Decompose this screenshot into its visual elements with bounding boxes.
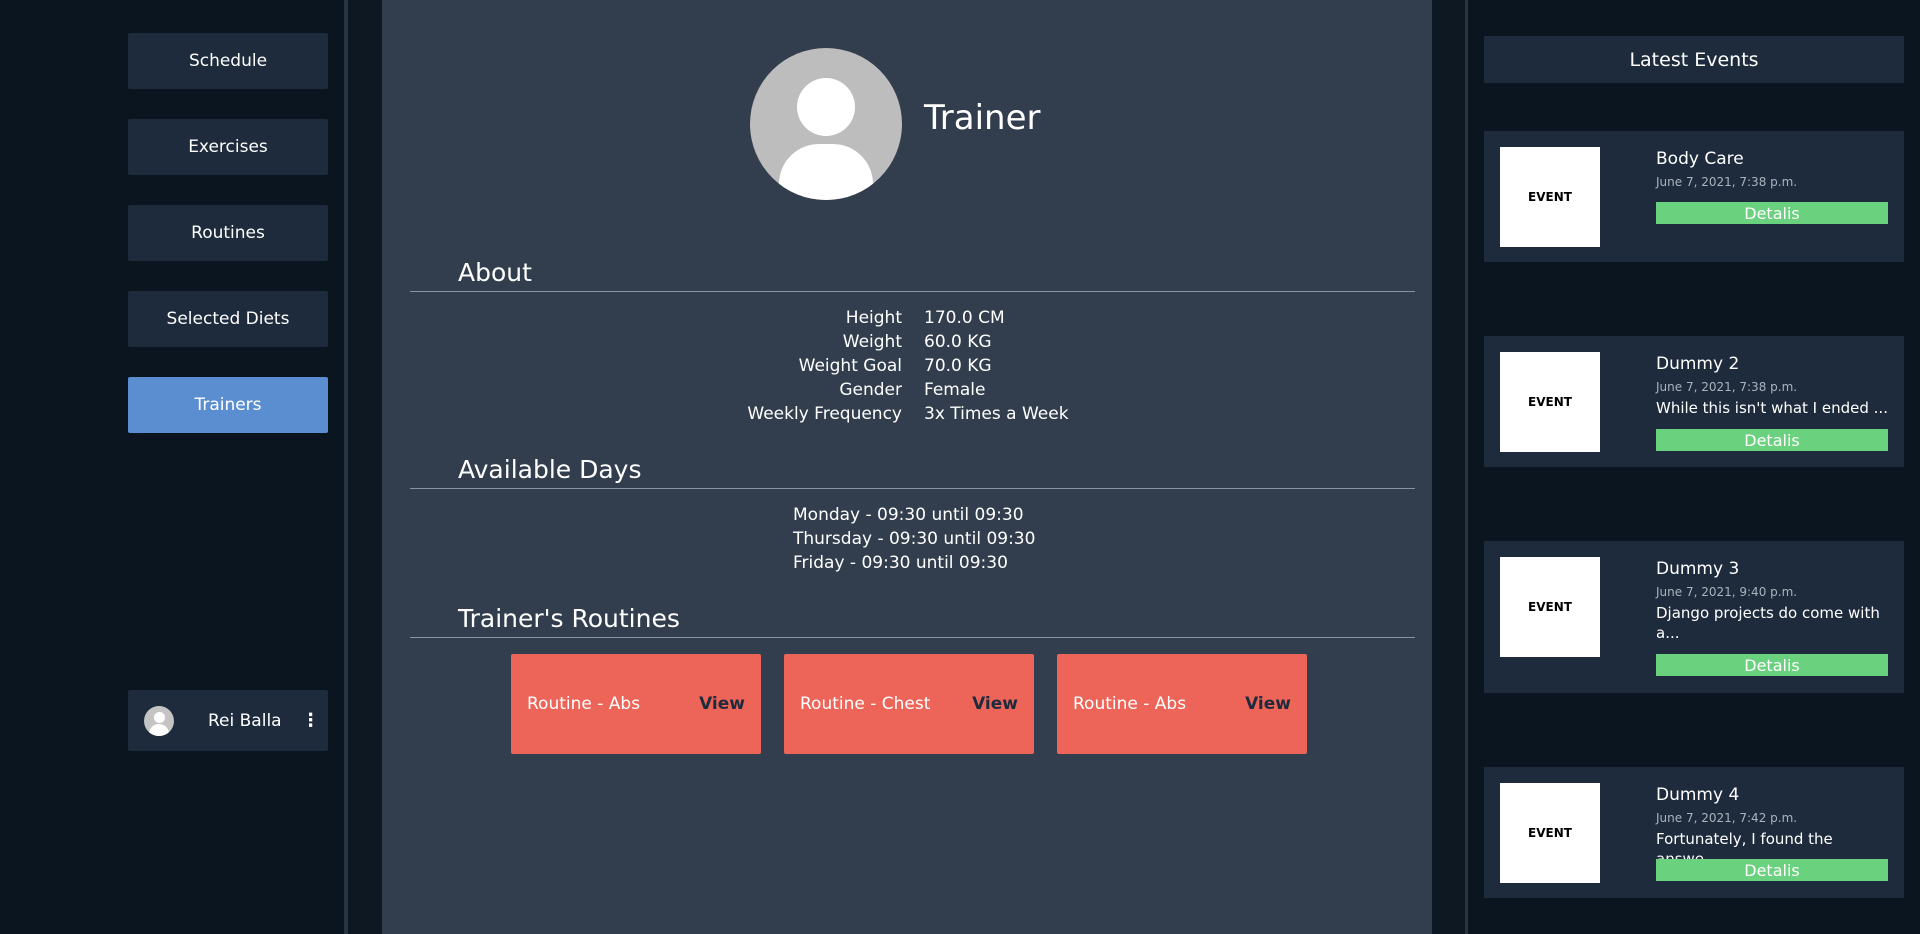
app: Schedule Exercises Routines Selected Die… xyxy=(0,0,1920,934)
about-label: Height xyxy=(845,308,902,328)
avatar xyxy=(144,705,174,736)
event-date: June 7, 2021, 9:40 p.m. xyxy=(1656,585,1798,599)
user-name: Rei Balla xyxy=(208,710,282,731)
right-gutter xyxy=(1432,0,1465,934)
available-days-divider xyxy=(410,488,1415,489)
routine-view-link[interactable]: View xyxy=(972,694,1018,714)
about-row-weight: Weight 60.0 KG xyxy=(382,332,1432,356)
event-date: June 7, 2021, 7:42 p.m. xyxy=(1656,811,1798,825)
about-value: Female xyxy=(924,380,986,400)
event-date: June 7, 2021, 7:38 p.m. xyxy=(1656,380,1798,394)
available-days-heading: Available Days xyxy=(458,455,642,484)
about-label: Weekly Frequency xyxy=(747,404,902,424)
more-options-icon[interactable]: ⋮ xyxy=(302,711,320,730)
sidebar: Schedule Exercises Routines Selected Die… xyxy=(0,0,344,934)
about-value: 170.0 CM xyxy=(924,308,1005,328)
event-description: While this isn't what I ended ... xyxy=(1656,399,1888,417)
about-value: 70.0 KG xyxy=(924,356,992,376)
trainer-routines-divider xyxy=(410,637,1415,638)
about-label: Gender xyxy=(839,380,902,400)
event-thumbnail: EVENT xyxy=(1500,352,1600,452)
nav-selected-diets-button[interactable]: Selected Diets xyxy=(128,291,328,347)
trainer-routines-heading: Trainer's Routines xyxy=(458,604,680,633)
event-title: Body Care xyxy=(1656,149,1744,169)
nav-routines-button[interactable]: Routines xyxy=(128,205,328,261)
trainer-profile: Trainer About Height 170.0 CM Weight 60.… xyxy=(382,0,1432,934)
about-value: 60.0 KG xyxy=(924,332,992,352)
available-day: Friday - 09:30 until 09:30 xyxy=(793,553,1008,573)
event-thumbnail: EVENT xyxy=(1500,557,1600,657)
left-gutter xyxy=(348,0,382,934)
event-title: Dummy 4 xyxy=(1656,785,1740,805)
event-card: EVENT Dummy 4 June 7, 2021, 7:42 p.m. Fo… xyxy=(1484,767,1904,898)
available-day: Thursday - 09:30 until 09:30 xyxy=(793,529,1036,549)
about-label: Weight xyxy=(842,332,902,352)
event-details-button[interactable]: Detalis xyxy=(1656,202,1888,224)
about-row-gender: Gender Female xyxy=(382,380,1432,404)
profile-name: Trainer xyxy=(924,98,1041,138)
about-label: Weight Goal xyxy=(798,356,902,376)
about-row-weight-goal: Weight Goal 70.0 KG xyxy=(382,356,1432,380)
nav-exercises-button[interactable]: Exercises xyxy=(128,119,328,175)
profile-photo xyxy=(750,48,902,200)
routine-card[interactable]: Routine - Abs View xyxy=(511,654,761,754)
about-divider xyxy=(410,291,1415,292)
routine-view-link[interactable]: View xyxy=(699,694,745,714)
event-card: EVENT Body Care June 7, 2021, 7:38 p.m. … xyxy=(1484,131,1904,262)
event-thumbnail: EVENT xyxy=(1500,783,1600,883)
event-title: Dummy 2 xyxy=(1656,354,1740,374)
events-panel: Latest Events EVENT Body Care June 7, 20… xyxy=(1468,0,1920,934)
about-row-height: Height 170.0 CM xyxy=(382,308,1432,332)
about-value: 3x Times a Week xyxy=(924,404,1069,424)
about-heading: About xyxy=(458,258,532,287)
available-day: Monday - 09:30 until 09:30 xyxy=(793,505,1024,525)
event-description: Django projects do come with a... xyxy=(1656,604,1880,642)
about-row-weekly-frequency: Weekly Frequency 3x Times a Week xyxy=(382,404,1432,428)
event-details-button[interactable]: Detalis xyxy=(1656,429,1888,451)
routine-view-link[interactable]: View xyxy=(1245,694,1291,714)
event-details-button[interactable]: Detalis xyxy=(1656,859,1888,881)
nav-schedule-button[interactable]: Schedule xyxy=(128,33,328,89)
event-card: EVENT Dummy 3 June 7, 2021, 9:40 p.m. Dj… xyxy=(1484,541,1904,693)
event-card: EVENT Dummy 2 June 7, 2021, 7:38 p.m. Wh… xyxy=(1484,336,1904,467)
routine-name: Routine - Abs xyxy=(527,694,641,714)
routine-card[interactable]: Routine - Abs View xyxy=(1057,654,1307,754)
routine-card[interactable]: Routine - Chest View xyxy=(784,654,1034,754)
routine-name: Routine - Chest xyxy=(800,694,931,714)
routine-name: Routine - Abs xyxy=(1073,694,1187,714)
events-heading: Latest Events xyxy=(1484,36,1904,83)
nav-trainers-button[interactable]: Trainers xyxy=(128,377,328,433)
event-date: June 7, 2021, 7:38 p.m. xyxy=(1656,175,1798,189)
user-card[interactable]: Rei Balla ⋮ xyxy=(128,690,328,751)
event-thumbnail: EVENT xyxy=(1500,147,1600,247)
event-title: Dummy 3 xyxy=(1656,559,1740,579)
event-details-button[interactable]: Detalis xyxy=(1656,654,1888,676)
